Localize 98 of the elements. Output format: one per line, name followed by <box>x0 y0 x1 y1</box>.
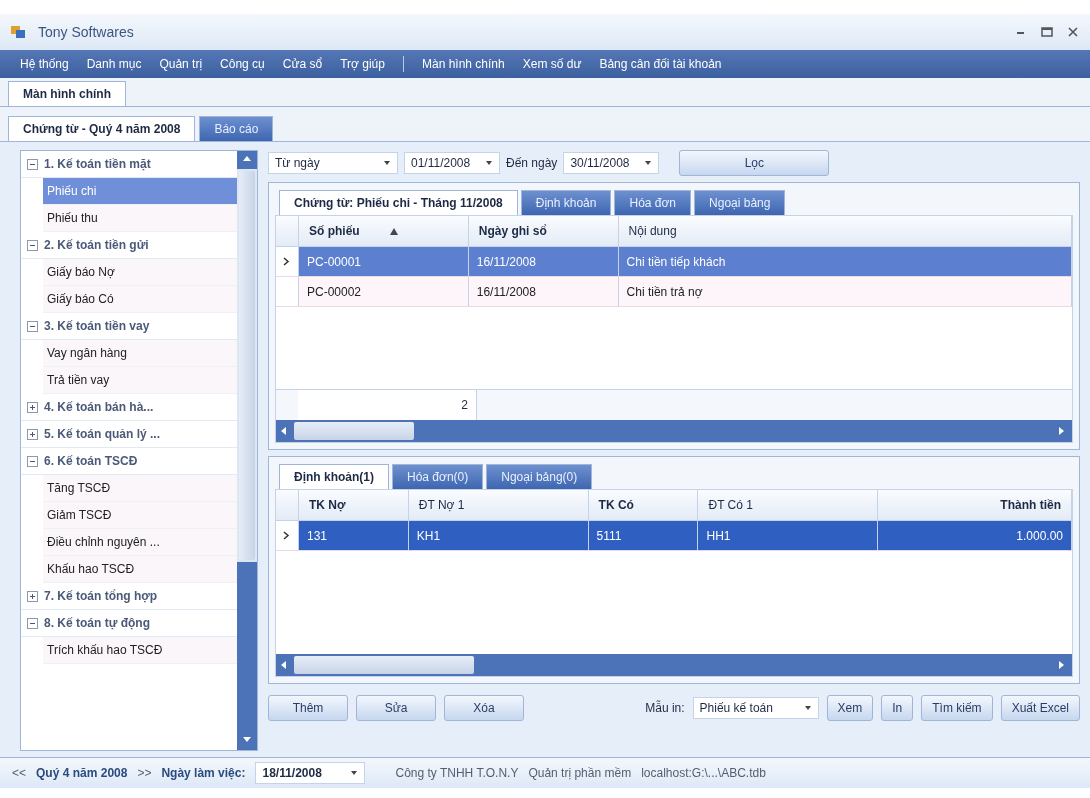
action-button[interactable]: In <box>881 695 914 721</box>
tab[interactable]: Báo cáo <box>199 116 274 141</box>
tree-item[interactable]: Phiếu thu <box>43 205 237 232</box>
table-cell: KH1 <box>408 521 589 550</box>
tab[interactable]: Ngoại bảng(0) <box>486 464 593 489</box>
collapse-icon[interactable] <box>27 617 38 629</box>
action-button[interactable]: Xuất Excel <box>1000 695 1080 721</box>
toolbar-link[interactable]: Màn hình chính <box>421 57 505 71</box>
dropdown-arrow-icon <box>383 160 391 166</box>
company-name: Công ty TNHH T.O.N.Y <box>395 766 519 780</box>
tree-item[interactable]: Trích khấu hao TSCĐ <box>43 637 237 664</box>
column-header[interactable]: Thành tiền <box>878 490 1072 520</box>
column-header[interactable]: Ngày ghi sổ <box>468 216 619 246</box>
app-icon <box>10 24 26 40</box>
table-cell: PC-00001 <box>298 247 469 276</box>
toolbar-link[interactable]: Xem số dư <box>522 57 582 71</box>
action-button[interactable]: Thêm <box>268 695 348 721</box>
table-cell: 131 <box>298 521 409 550</box>
table-cell: Chi tiền tiếp khách <box>618 247 1072 276</box>
tab[interactable]: Hóa đơn <box>614 190 692 215</box>
workday-date-field[interactable]: 18/11/2008 <box>255 762 366 784</box>
window-title: Tony Softwares <box>38 24 135 40</box>
tree-item[interactable]: Điều chỉnh nguyên ... <box>43 529 237 556</box>
tree-item[interactable]: Giấy báo Nợ <box>43 259 237 286</box>
tree-group[interactable]: 4. Kế toán bán hà... <box>21 394 237 421</box>
database-path: localhost:G:\...\ABC.tdb <box>641 766 766 780</box>
menu-item[interactable]: Công cụ <box>220 57 265 71</box>
tab[interactable]: Định khoản <box>520 190 612 215</box>
menu-item[interactable]: Quản trị <box>159 57 203 71</box>
tree-item[interactable]: Vay ngân hàng <box>43 340 237 367</box>
table-cell: HH1 <box>698 521 879 550</box>
close-icon[interactable] <box>1066 25 1080 39</box>
horizontal-scrollbar[interactable] <box>276 654 1072 676</box>
column-header[interactable]: Số phiếu <box>298 216 469 246</box>
collapse-icon[interactable] <box>27 158 38 170</box>
previous-period-link[interactable]: << <box>12 766 26 780</box>
tab[interactable]: Chứng từ: Phiếu chi - Tháng 11/2008 <box>279 190 518 215</box>
period-label: Quý 4 năm 2008 <box>36 766 128 780</box>
tab[interactable]: Màn hình chính <box>8 81 126 106</box>
filter-button[interactable]: Lọc <box>679 150 830 176</box>
column-header[interactable]: Nội dung <box>618 216 1072 246</box>
expand-icon[interactable] <box>27 428 38 440</box>
next-period-link[interactable]: >> <box>137 766 152 780</box>
horizontal-scrollbar[interactable] <box>276 420 1072 442</box>
workday-label: Ngày làm việc: <box>161 766 246 780</box>
tree-group[interactable]: 7. Kế toán tổng hợp <box>21 583 237 610</box>
table-row[interactable]: 131 KH1 5111 HH1 1.000.00 <box>276 521 1072 551</box>
column-header[interactable]: TK Nợ <box>298 490 409 520</box>
tab[interactable]: Chứng từ - Quý 4 năm 2008 <box>8 116 196 141</box>
to-date-label: Đến ngày <box>506 156 558 170</box>
action-button[interactable]: Tìm kiếm <box>921 695 993 721</box>
sort-ascending-icon <box>389 227 398 235</box>
vertical-scrollbar[interactable] <box>237 151 257 750</box>
table-cell: PC-00002 <box>298 277 469 306</box>
tree-item[interactable]: Tăng TSCĐ <box>43 475 237 502</box>
tree-item[interactable]: Giảm TSCĐ <box>43 502 237 529</box>
tree-item[interactable]: Khấu hao TSCĐ <box>43 556 237 583</box>
tab[interactable]: Định khoản(1) <box>279 464 389 489</box>
tree-item[interactable]: Trả tiền vay <box>43 367 237 394</box>
table-row[interactable]: PC-00002 16/11/2008 Chi tiền trả nợ <box>276 277 1072 307</box>
column-header[interactable]: ĐT Có 1 <box>698 490 879 520</box>
column-header[interactable]: TK Có <box>588 490 699 520</box>
tab[interactable]: Hóa đơn(0) <box>392 464 484 489</box>
to-date-field[interactable]: 30/11/2008 <box>563 152 660 174</box>
dropdown-arrow-icon <box>644 160 653 166</box>
table-cell: 16/11/2008 <box>468 247 619 276</box>
period-dropdown[interactable]: Từ ngày <box>268 152 398 174</box>
dropdown-arrow-icon <box>350 770 359 776</box>
action-button[interactable]: Xóa <box>444 695 524 721</box>
table-cell: 1.000.00 <box>878 521 1072 550</box>
tree-group[interactable]: 5. Kế toán quản lý ... <box>21 421 237 448</box>
print-template-label: Mẫu in: <box>645 701 685 715</box>
table-cell: 16/11/2008 <box>468 277 619 306</box>
menu-item[interactable]: Hệ thống <box>20 57 69 71</box>
print-template-dropdown[interactable]: Phiếu kế toán <box>692 697 819 719</box>
action-button[interactable]: Xem <box>826 695 874 721</box>
collapse-icon[interactable] <box>27 320 38 332</box>
from-date-field[interactable]: 01/11/2008 <box>404 152 500 174</box>
action-button[interactable]: Sửa <box>356 695 436 721</box>
tree-item[interactable]: Giấy báo Có <box>43 286 237 313</box>
collapse-icon[interactable] <box>27 239 38 251</box>
menu-item[interactable]: Danh mục <box>86 57 142 71</box>
dropdown-arrow-icon <box>485 160 493 166</box>
toolbar-link[interactable]: Bảng cân đối tài khoản <box>599 57 722 71</box>
expand-icon[interactable] <box>27 401 38 413</box>
table-row[interactable]: PC-00001 16/11/2008 Chi tiền tiếp khách <box>276 247 1072 277</box>
user-role: Quản trị phần mềm <box>528 766 632 780</box>
collapse-icon[interactable] <box>27 455 38 467</box>
menu-item[interactable]: Cửa sổ <box>282 57 323 71</box>
dropdown-arrow-icon <box>803 705 812 711</box>
menu-item[interactable]: Trợ giúp <box>340 57 385 71</box>
tab[interactable]: Ngoại bảng <box>694 190 786 215</box>
table-cell: 5111 <box>588 521 699 550</box>
column-header[interactable]: ĐT Nợ 1 <box>408 490 589 520</box>
row-count: 2 <box>298 390 477 420</box>
maximize-icon[interactable] <box>1040 25 1054 39</box>
table-cell: Chi tiền trả nợ <box>618 277 1072 306</box>
expand-icon[interactable] <box>27 590 38 602</box>
